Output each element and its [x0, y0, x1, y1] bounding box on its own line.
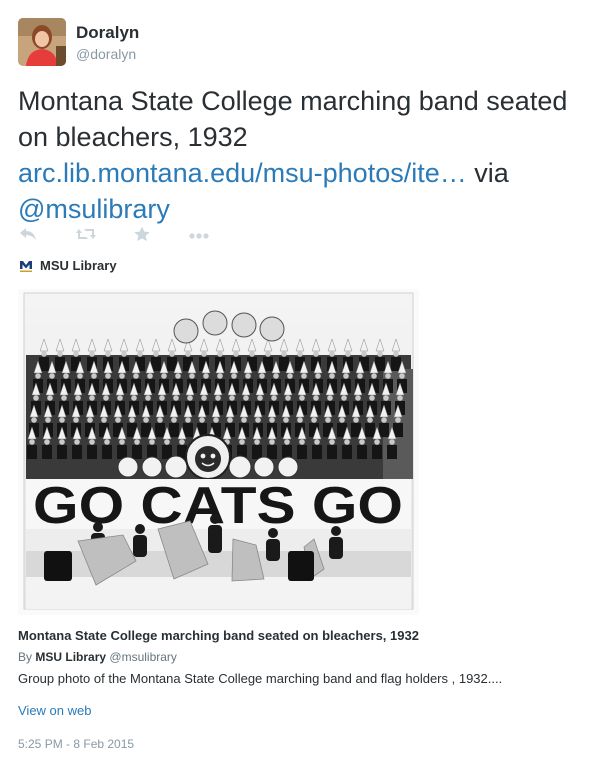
- card-title[interactable]: Montana State College marching band seat…: [18, 628, 419, 643]
- card-byline: By MSU Library @msulibrary: [18, 650, 177, 664]
- card-description: Group photo of the Montana State College…: [18, 671, 503, 686]
- tweet-via: via: [474, 158, 509, 188]
- author-handle[interactable]: @doralyn: [76, 46, 136, 62]
- tweet-mention[interactable]: @msulibrary: [18, 194, 170, 224]
- tweet-body: Montana State College marching band seat…: [18, 86, 568, 152]
- more-icon[interactable]: [188, 226, 210, 247]
- reply-icon[interactable]: [18, 226, 38, 247]
- tweet-timestamp[interactable]: 5:25 PM - 8 Feb 2015: [18, 737, 134, 751]
- card-byline-name[interactable]: MSU Library: [35, 650, 106, 664]
- avatar[interactable]: [18, 18, 66, 66]
- card-photo[interactable]: GO CATS GO: [18, 289, 419, 615]
- retweet-icon[interactable]: [75, 226, 97, 247]
- author-name[interactable]: Doralyn: [76, 23, 139, 43]
- tweet-text: Montana State College marching band seat…: [18, 83, 578, 227]
- msu-library-logo-icon: [18, 258, 34, 274]
- tweet-link[interactable]: arc.lib.montana.edu/msu-photos/ite…: [18, 158, 467, 188]
- card-byline-prefix: By: [18, 650, 33, 664]
- card-source-name[interactable]: MSU Library: [40, 258, 117, 273]
- star-icon[interactable]: [133, 226, 151, 247]
- view-on-web-link[interactable]: View on web: [18, 703, 91, 718]
- card-byline-handle[interactable]: @msulibrary: [109, 650, 177, 664]
